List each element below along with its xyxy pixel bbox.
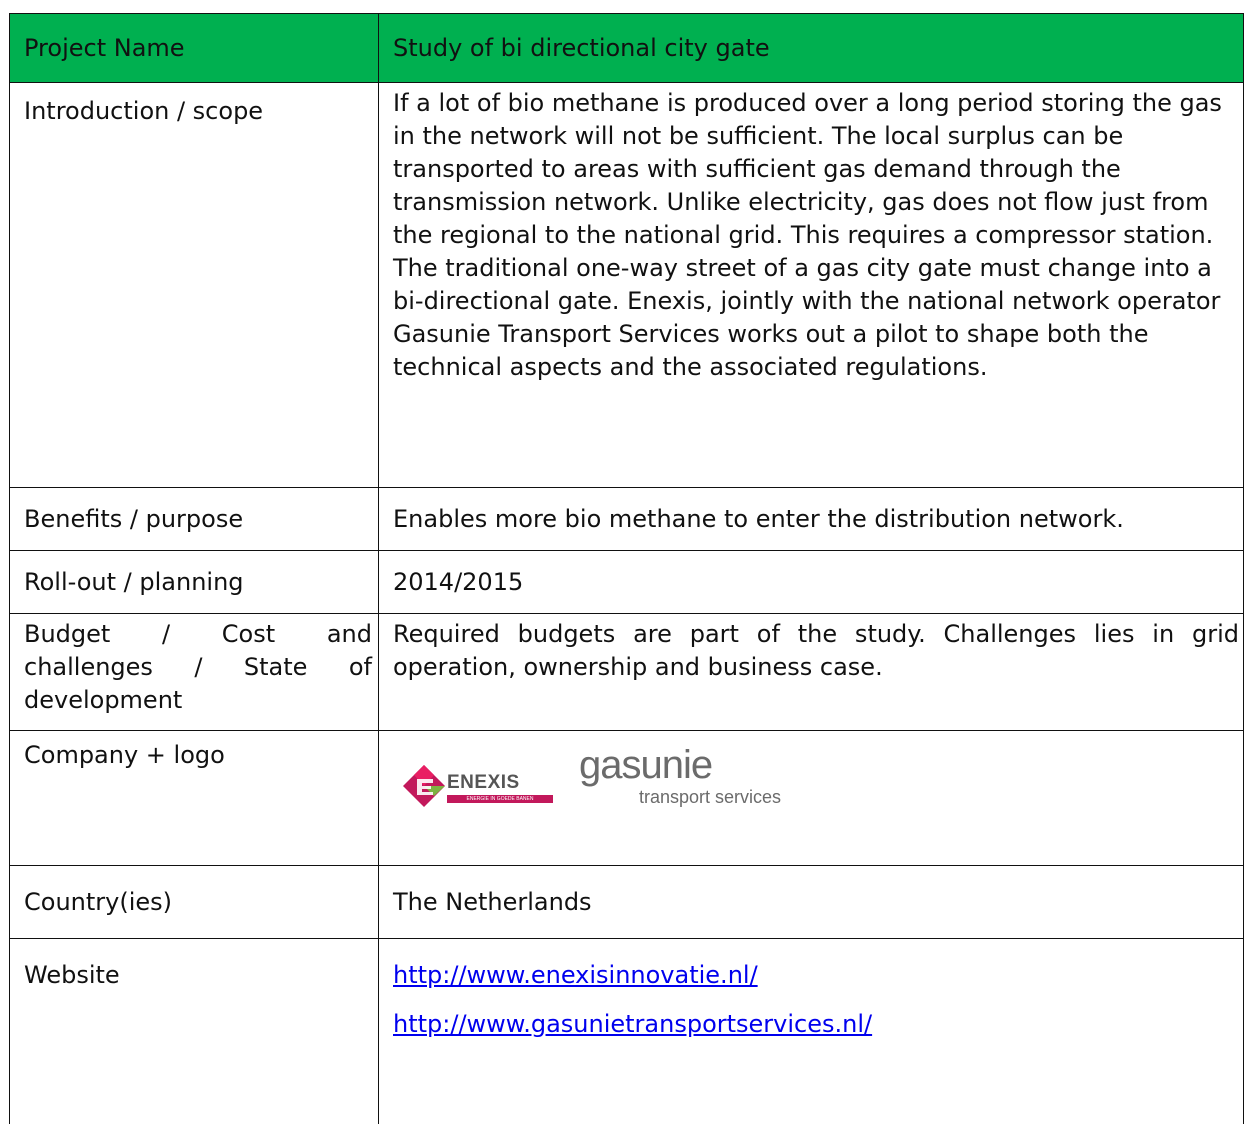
website-links: http://www.enexisinnovatie.nl/ http://ww… <box>378 938 1244 1124</box>
rollout-label: Roll-out / planning <box>9 550 379 614</box>
project-name-label: Project Name <box>9 13 379 83</box>
company-logos-cell: ENEXIS ENERGIE IN GOEDE BANEN gasunie tr… <box>378 730 1244 866</box>
table-row-project-name: Project Name Study of bi directional cit… <box>9 13 1244 83</box>
benefits-label: Benefits / purpose <box>9 487 379 551</box>
table-row-website: Website http://www.enexisinnovatie.nl/ h… <box>9 938 1244 1124</box>
budget-value: Required budgets are part of the study. … <box>378 613 1244 731</box>
rollout-value: 2014/2015 <box>378 550 1244 614</box>
introduction-value: If a lot of bio methane is produced over… <box>378 82 1244 488</box>
introduction-label: Introduction / scope <box>9 82 379 488</box>
gasunie-wordmark: gasunie <box>579 743 713 787</box>
enexis-tagline: ENERGIE IN GOEDE BANEN <box>447 795 553 803</box>
website-link-enexis[interactable]: http://www.enexisinnovatie.nl/ <box>393 959 1231 992</box>
table-row-introduction: Introduction / scope If a lot of bio met… <box>9 82 1244 488</box>
project-name-value: Study of bi directional city gate <box>378 13 1244 83</box>
table-row-budget: Budget / Cost and challenges / State of … <box>9 613 1244 731</box>
enexis-diamond-icon <box>403 765 445 807</box>
country-label: Country(ies) <box>9 865 379 939</box>
table-row-rollout: Roll-out / planning 2014/2015 <box>9 550 1244 614</box>
enexis-logo: ENEXIS ENERGIE IN GOEDE BANEN <box>403 765 553 815</box>
table-row-country: Country(ies) The Netherlands <box>9 865 1244 939</box>
website-label: Website <box>9 938 379 1124</box>
budget-label: Budget / Cost and challenges / State of … <box>9 613 379 731</box>
website-link-gasunie[interactable]: http://www.gasunietransportservices.nl/ <box>393 1008 1231 1041</box>
company-logos: ENEXIS ENERGIE IN GOEDE BANEN gasunie tr… <box>393 731 1231 841</box>
country-value: The Netherlands <box>378 865 1244 939</box>
project-info-table: Project Name Study of bi directional cit… <box>9 13 1244 1124</box>
table-row-benefits: Benefits / purpose Enables more bio meth… <box>9 487 1244 551</box>
table-row-company: Company + logo ENEXIS ENERGIE IN GOEDE B… <box>9 730 1244 866</box>
gasunie-tagline: transport services <box>639 787 782 807</box>
gasunie-logo: gasunie transport services <box>579 745 839 811</box>
enexis-wordmark: ENEXIS <box>447 772 520 793</box>
company-label: Company + logo <box>9 730 379 866</box>
benefits-value: Enables more bio methane to enter the di… <box>378 487 1244 551</box>
